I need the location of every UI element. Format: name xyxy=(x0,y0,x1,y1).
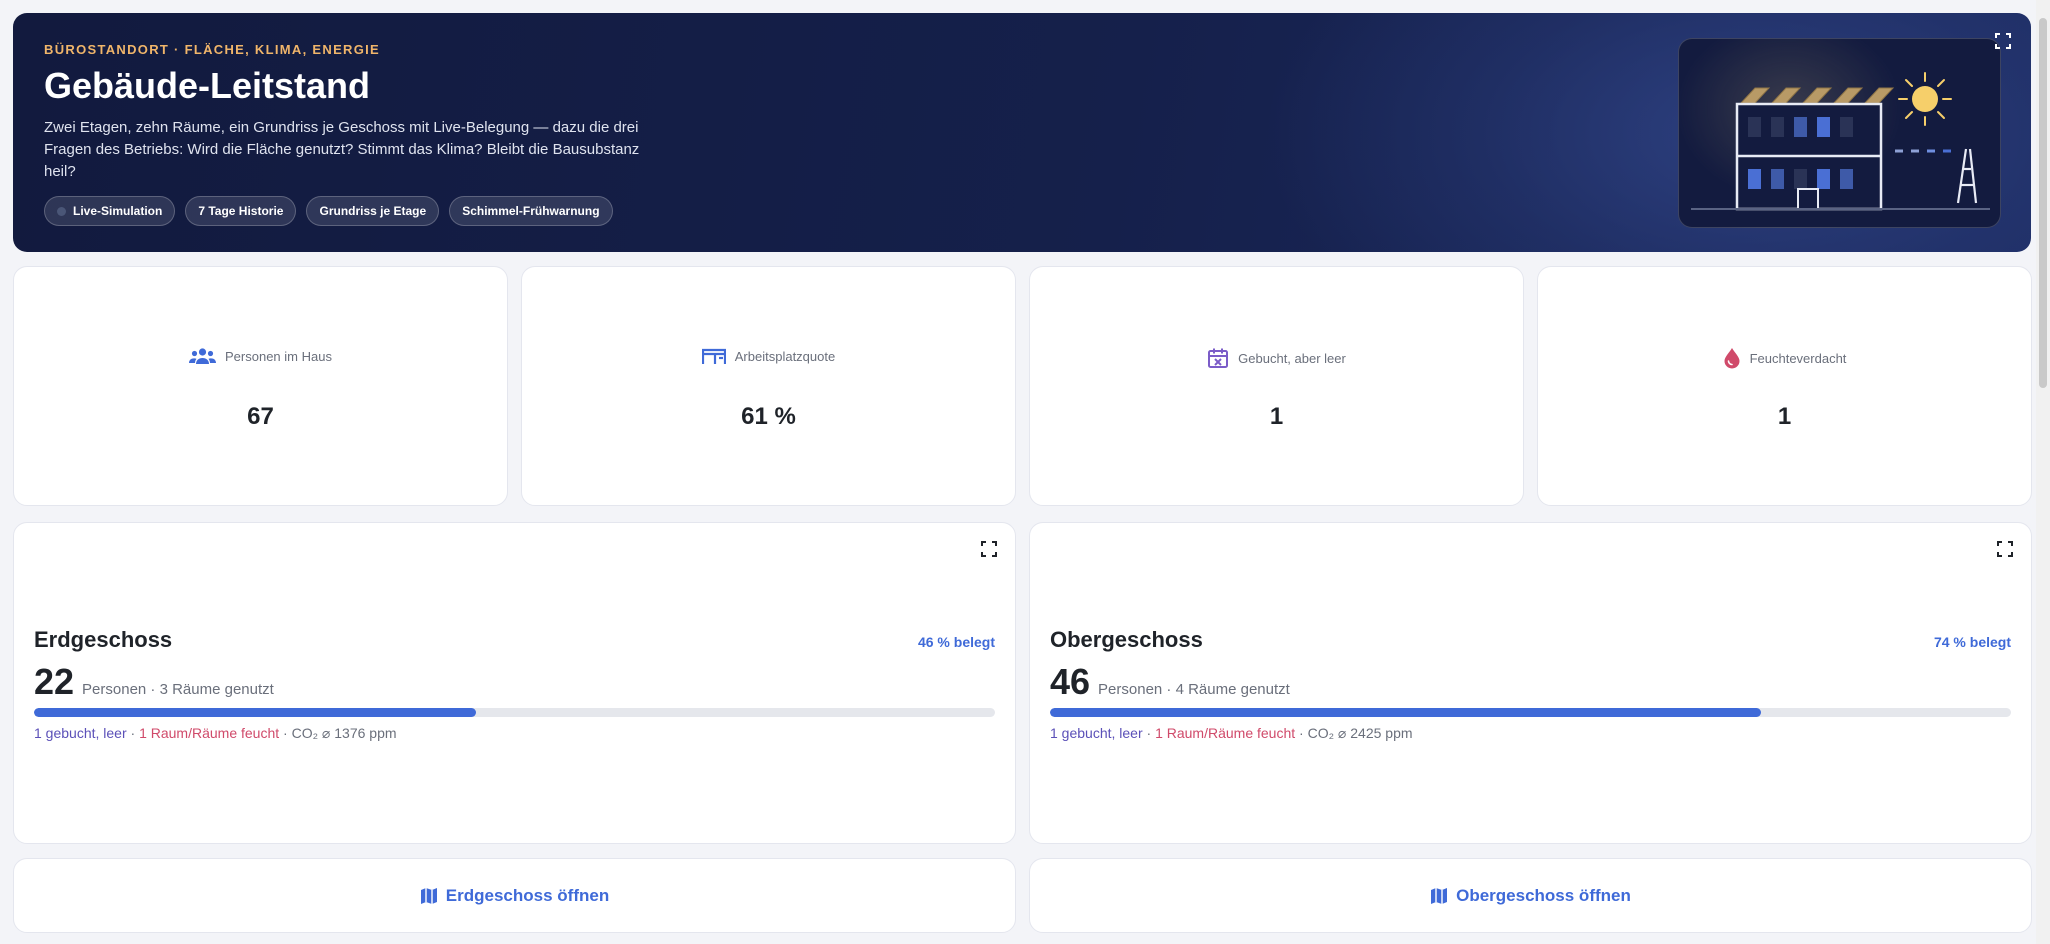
open-erdgeschoss-button[interactable]: Erdgeschoss öffnen xyxy=(13,858,1016,933)
stat-label: Arbeitsplatzquote xyxy=(734,348,836,364)
hero-kicker: BÜROSTANDORT · FLÄCHE, KLIMA, ENERGIE xyxy=(44,42,381,57)
stat-header: Feuchteverdacht xyxy=(1538,347,2031,369)
open-obergeschoss-button[interactable]: Obergeschoss öffnen xyxy=(1029,858,2032,933)
chip-history: 7 Tage Historie xyxy=(185,196,297,226)
hero-banner: BÜROSTANDORT · FLÄCHE, KLIMA, ENERGIE Ge… xyxy=(13,13,2031,252)
fullscreen-icon[interactable] xyxy=(981,541,997,557)
floor-name: Erdgeschoss xyxy=(34,627,173,652)
chip-mold-warning: Schimmel-Frühwarnung xyxy=(449,196,613,226)
page-scrollbar[interactable] xyxy=(2036,0,2050,944)
open-button-label: Erdgeschoss öffnen xyxy=(445,885,610,905)
status-dot-icon xyxy=(57,206,66,216)
stat-card-booked-empty: Gebucht, aber leer 1 xyxy=(1029,266,1524,506)
stat-card-moisture: Feuchteverdacht 1 xyxy=(1537,266,2032,506)
building-illustration-icon xyxy=(1691,72,1990,211)
map-icon xyxy=(1431,887,1448,904)
scrollbar-thumb[interactable] xyxy=(2039,18,2047,388)
co2-text: CO₂ ⌀ 1376 ppm xyxy=(291,725,397,741)
floor-meta: 1 gebucht, leer · 1 Raum/Räume feucht · … xyxy=(34,725,397,742)
people-count: 22 xyxy=(34,661,75,702)
wet-rooms-text: 1 Raum/Räume feucht xyxy=(139,725,280,741)
floor-meta: 1 gebucht, leer · 1 Raum/Räume feucht · … xyxy=(1050,725,1413,742)
stat-header: Gebucht, aber leer xyxy=(1030,347,1523,369)
page-title: Gebäude-Leitstand xyxy=(44,65,371,106)
floor-occupancy: 46 % belegt xyxy=(917,634,995,650)
people-text: Personen · 4 Räume genutzt xyxy=(1098,681,1290,698)
booked-empty-text: 1 gebucht, leer xyxy=(1050,725,1143,741)
co2-text: CO₂ ⌀ 2425 ppm xyxy=(1307,725,1413,741)
occupancy-bar xyxy=(1050,708,2011,717)
occupancy-bar xyxy=(34,708,995,717)
building-illustration xyxy=(1678,38,2001,228)
floor-card-erdgeschoss: Erdgeschoss 46 % belegt 22 Personen · 3 … xyxy=(13,522,1016,844)
wet-rooms-text: 1 Raum/Räume feucht xyxy=(1155,725,1296,741)
calendar-x-icon xyxy=(1208,348,1229,368)
floor-people: 46 Personen · 4 Räume genutzt xyxy=(1050,661,1290,703)
fullscreen-icon[interactable] xyxy=(1997,541,2013,557)
separator: · xyxy=(1299,725,1308,741)
stat-header: Personen im Haus xyxy=(14,347,507,365)
stat-label: Gebucht, aber leer xyxy=(1238,350,1346,366)
stat-card-desk-rate: Arbeitsplatzquote 61 % xyxy=(521,266,1016,506)
floor-name: Obergeschoss xyxy=(1050,627,1203,652)
separator: · xyxy=(130,725,140,741)
people-text: Personen · 3 Räume genutzt xyxy=(82,681,274,698)
floor-people: 22 Personen · 3 Räume genutzt xyxy=(34,661,274,703)
separator: · xyxy=(283,725,292,741)
stat-header: Arbeitsplatzquote xyxy=(522,347,1015,365)
stat-value: 61 % xyxy=(741,403,796,430)
stat-value: 1 xyxy=(1777,403,1792,430)
chip-live-simulation: Live-Simulation xyxy=(44,196,176,226)
chip-label: 7 Tage Historie xyxy=(198,204,284,218)
chip-label: Live-Simulation xyxy=(73,204,163,218)
chip-label: Schimmel-Frühwarnung xyxy=(462,204,600,218)
map-icon xyxy=(420,887,437,904)
stat-label: Personen im Haus xyxy=(225,348,332,364)
stat-label: Feuchteverdacht xyxy=(1749,350,1847,366)
people-count: 46 xyxy=(1050,661,1091,702)
open-button-label: Obergeschoss öffnen xyxy=(1456,885,1631,905)
separator: · xyxy=(1146,725,1156,741)
stat-card-people: Personen im Haus 67 xyxy=(13,266,508,506)
people-icon xyxy=(189,348,217,364)
hero-description: Zwei Etagen, zehn Räume, ein Grundriss j… xyxy=(44,119,640,180)
chip-label: Grundriss je Etage xyxy=(319,204,427,218)
stat-value: 1 xyxy=(1269,403,1284,430)
booked-empty-text: 1 gebucht, leer xyxy=(34,725,127,741)
desk-icon xyxy=(701,348,726,364)
stat-value: 67 xyxy=(247,403,274,430)
occupancy-bar-fill xyxy=(34,708,477,717)
floor-occupancy: 74 % belegt xyxy=(1933,634,2011,650)
floor-card-obergeschoss: Obergeschoss 74 % belegt 46 Personen · 4… xyxy=(1029,522,2032,844)
occupancy-bar-fill xyxy=(1050,708,1762,717)
chip-floorplan: Grundriss je Etage xyxy=(306,196,440,226)
hero-chips: Live-Simulation 7 Tage Historie Grundris… xyxy=(44,196,613,226)
water-drop-icon xyxy=(1724,348,1740,369)
fullscreen-icon[interactable] xyxy=(1995,33,2011,49)
